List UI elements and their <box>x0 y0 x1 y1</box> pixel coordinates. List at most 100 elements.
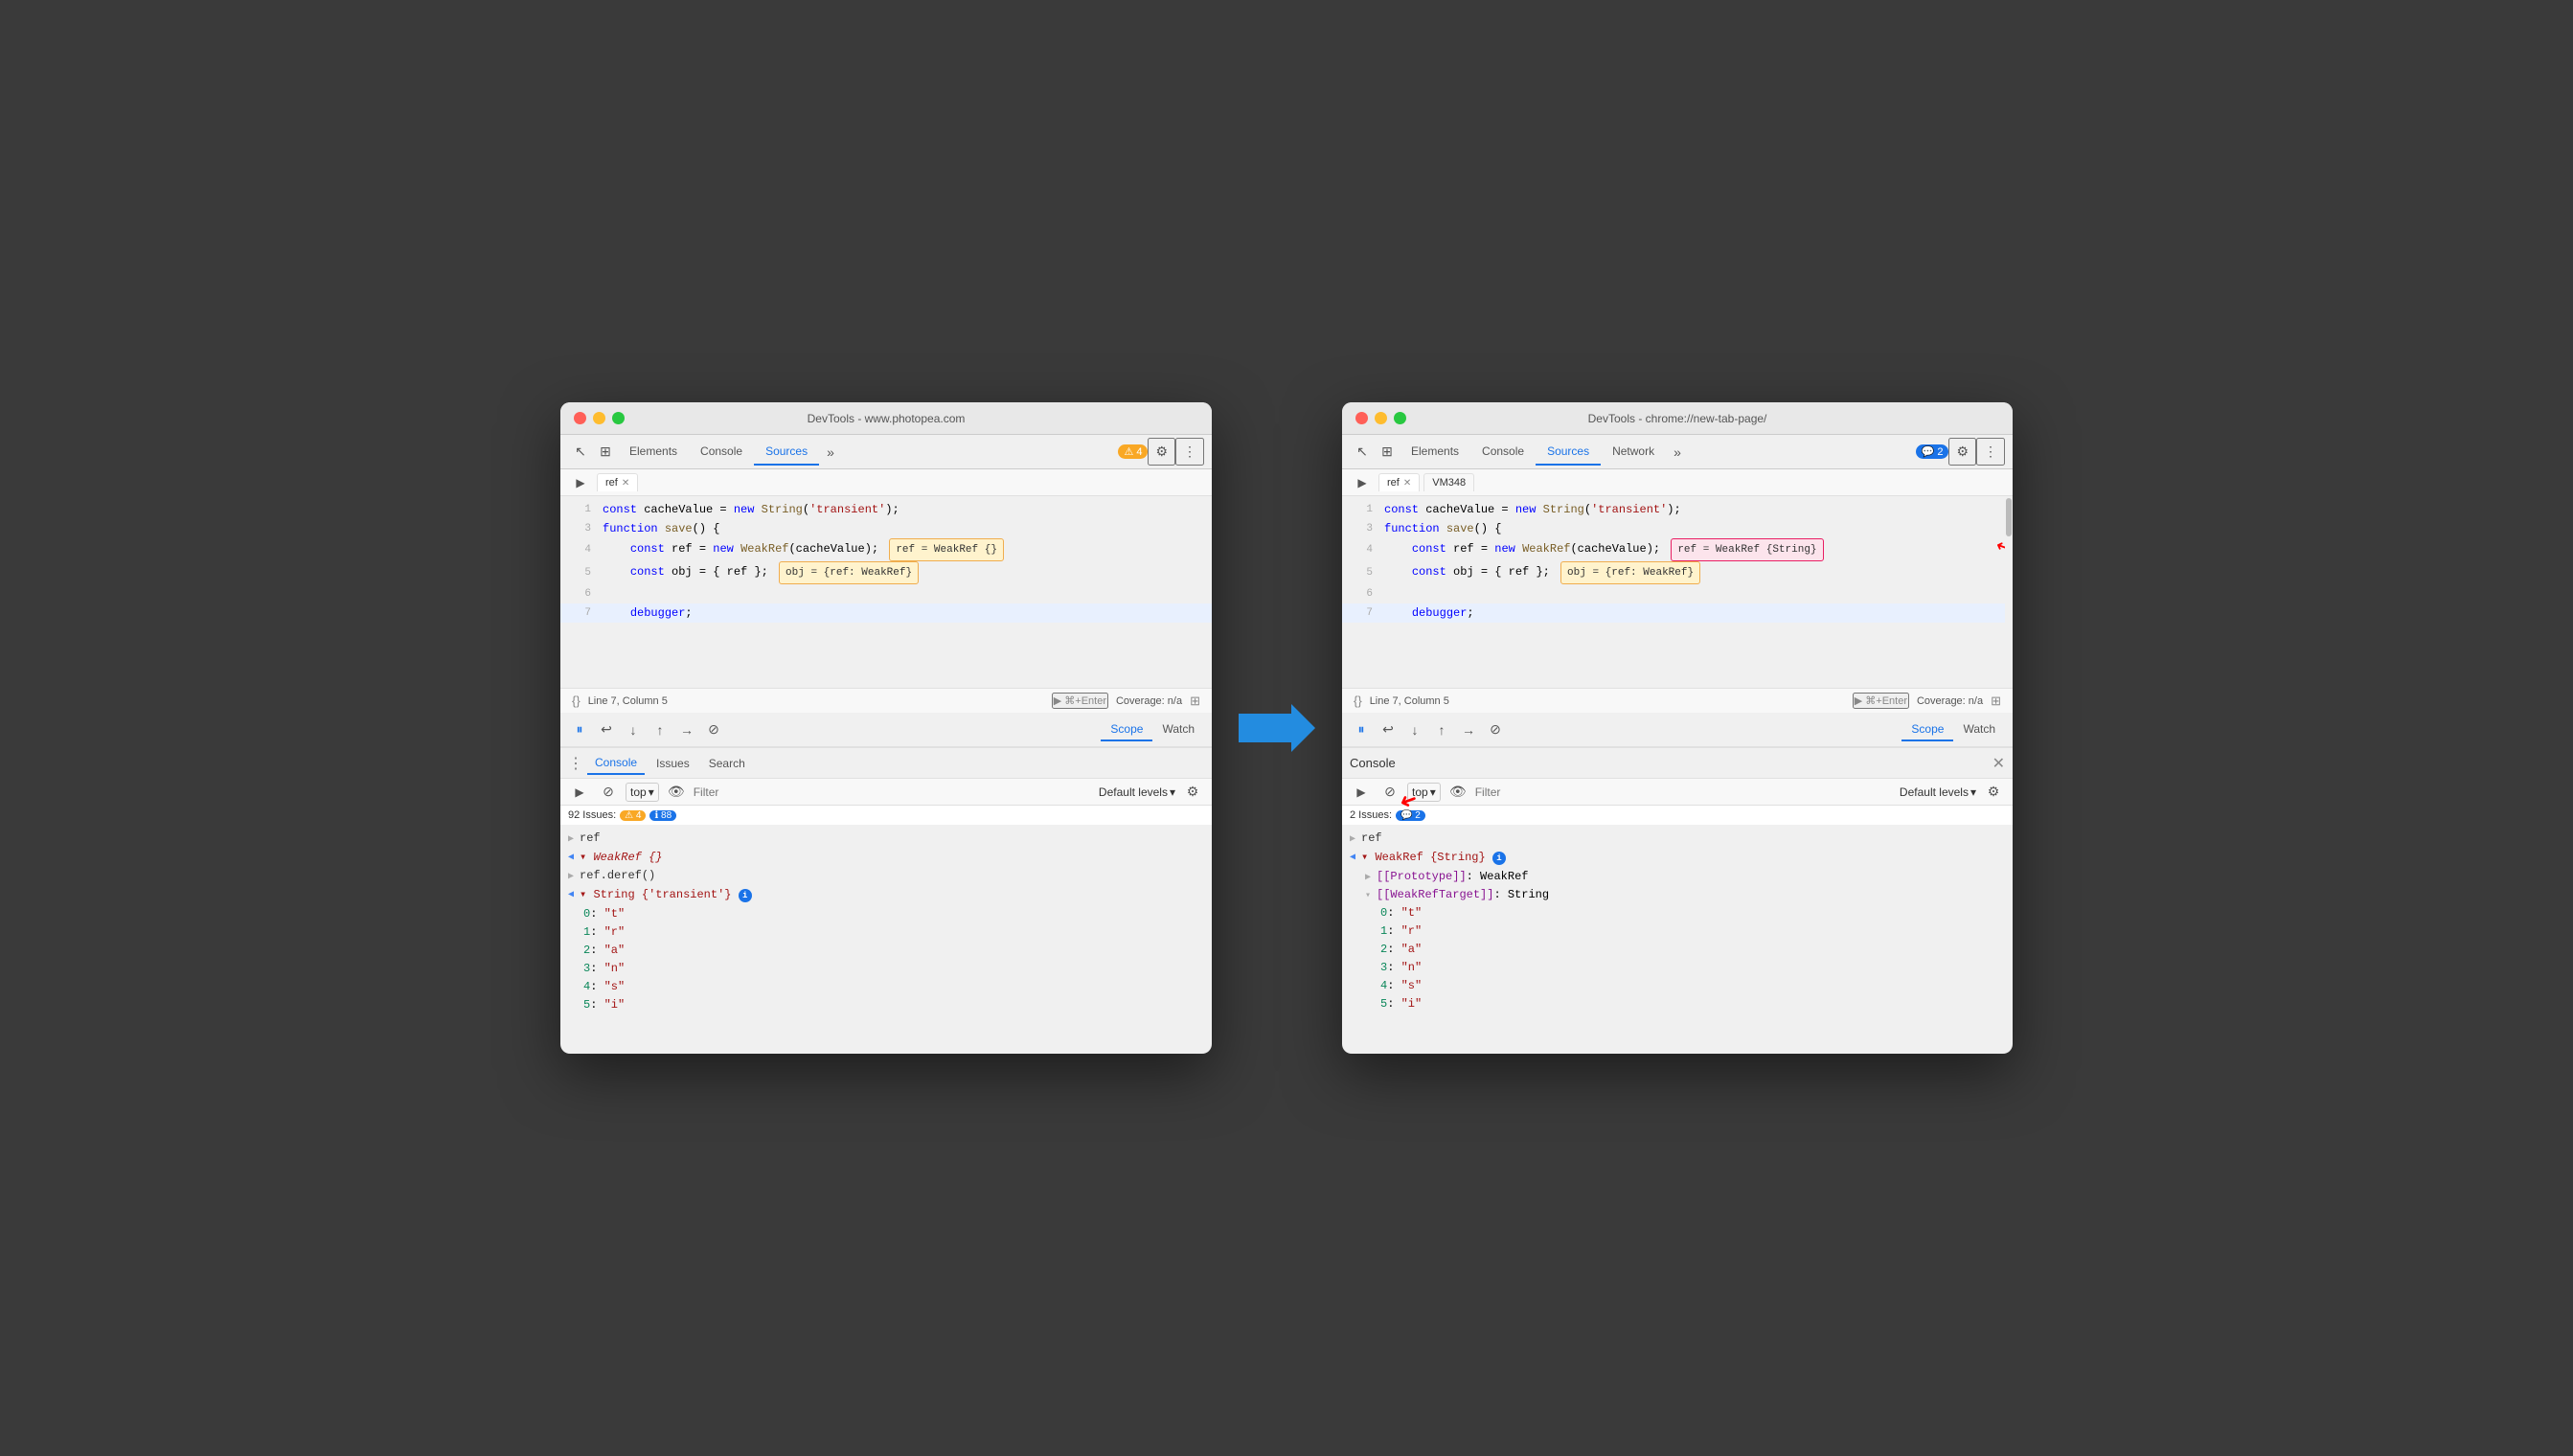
tab-sources[interactable]: Sources <box>754 439 819 466</box>
right-expand-arrow-ref[interactable]: ▶ <box>1350 833 1355 845</box>
settings-icon[interactable]: ⚙ <box>1148 438 1175 466</box>
right-close-button[interactable] <box>1355 412 1368 424</box>
right-info-icon-weakref[interactable]: i <box>1492 852 1506 865</box>
right-cursor-location: Line 7, Column 5 <box>1370 695 1449 707</box>
deactivate-button[interactable]: ⊘ <box>702 718 725 741</box>
search-tab[interactable]: Search <box>701 753 753 774</box>
console-settings-icon[interactable]: ⚙ <box>1181 781 1204 804</box>
top-selector[interactable]: top ▾ <box>626 783 659 802</box>
clear-console-icon[interactable]: ⊘ <box>597 781 620 804</box>
right-step-button[interactable]: → <box>1457 718 1480 741</box>
layers-icon[interactable]: ⊞ <box>593 440 618 465</box>
right-arrow-target[interactable]: ▾ <box>1365 890 1371 901</box>
right-tab-elements[interactable]: Elements <box>1400 439 1470 466</box>
file-tab-close-icon[interactable]: ✕ <box>622 478 629 489</box>
step-over-button[interactable]: ↩ <box>595 718 618 741</box>
right-deactivate-button[interactable]: ⊘ <box>1484 718 1507 741</box>
expand-arrow-ref[interactable]: ▶ <box>568 833 574 845</box>
right-cursor-icon[interactable]: ↖ <box>1350 440 1375 465</box>
info-icon[interactable]: i <box>739 889 752 902</box>
right-collapse-arrow-weakref[interactable]: ◀ <box>1350 852 1355 863</box>
eye-icon[interactable]: 👁 <box>665 781 688 804</box>
right-tab-console[interactable]: Console <box>1470 439 1536 466</box>
right-chevron-down-icon: ▾ <box>1430 785 1436 799</box>
watch-tab[interactable]: Watch <box>1152 718 1204 741</box>
log-1: 1: "r" <box>583 925 1204 939</box>
right-file-tab-ref[interactable]: ref ✕ <box>1378 473 1420 491</box>
right-minimize-button[interactable] <box>1375 412 1387 424</box>
blue-arrow-svg <box>1239 704 1315 752</box>
right-maximize-button[interactable] <box>1394 412 1406 424</box>
right-scope-tab[interactable]: Scope <box>1901 718 1953 741</box>
right-file-tab-vm-name: VM348 <box>1432 477 1466 489</box>
right-tab-network[interactable]: Network <box>1601 439 1666 466</box>
coverage-label: Coverage: n/a <box>1116 695 1182 707</box>
right-file-tab-ref-close[interactable]: ✕ <box>1403 478 1411 489</box>
run-button[interactable]: ▶ ⌘+Enter <box>1052 693 1108 709</box>
right-step-into-button[interactable]: ↓ <box>1403 718 1426 741</box>
console-tab[interactable]: Console <box>587 752 645 775</box>
right-console-settings-icon[interactable]: ⚙ <box>1982 781 2005 804</box>
right-issues-count-label: 2 Issues: <box>1350 809 1392 821</box>
issues-tab[interactable]: Issues <box>649 753 697 774</box>
right-panel-wrapper: ▶ ref ✕ VM348 1 const cacheValue = new S… <box>1342 469 2013 1054</box>
right-more-options-icon[interactable]: ⋮ <box>1976 438 2005 466</box>
right-pretty-print-icon[interactable]: {} <box>1354 694 1362 708</box>
left-bottom-tabs: ⋮ Console Issues Search <box>560 748 1212 779</box>
default-levels-selector[interactable]: Default levels ▾ <box>1099 785 1175 799</box>
tab-elements[interactable]: Elements <box>618 439 689 466</box>
log-4: 4: "s" <box>583 980 1204 993</box>
more-tabs-icon[interactable]: » <box>819 441 842 464</box>
issues-count-bar: 92 Issues: ⚠ 4 ℹ 88 <box>560 806 1212 826</box>
console-run-icon[interactable]: ▶ <box>568 781 591 804</box>
right-console-close[interactable]: ✕ <box>1992 754 2005 773</box>
right-watch-tab[interactable]: Watch <box>1953 718 2005 741</box>
right-tab-sources[interactable]: Sources <box>1536 439 1601 466</box>
cursor-icon[interactable]: ↖ <box>568 440 593 465</box>
right-file-tab-vm[interactable]: VM348 <box>1423 473 1474 491</box>
code-line-5: 5 const obj = { ref }; obj = {ref: WeakR… <box>560 561 1212 584</box>
three-dots-icon[interactable]: ⋮ <box>568 754 583 773</box>
right-run-button[interactable]: ▶ ⌘+Enter <box>1853 693 1909 709</box>
tab-console[interactable]: Console <box>689 439 754 466</box>
right-arrow-proto[interactable]: ▶ <box>1365 872 1371 883</box>
right-coverage-icon[interactable]: ⊞ <box>1991 694 2001 709</box>
step-into-button[interactable]: ↓ <box>622 718 645 741</box>
maximize-button[interactable] <box>612 412 625 424</box>
right-layers-icon[interactable]: ⊞ <box>1375 440 1400 465</box>
right-scrollbar[interactable] <box>2005 496 2013 688</box>
minimize-button[interactable] <box>593 412 605 424</box>
warn-icon: ⚠ <box>1124 445 1133 458</box>
expand-arrow-deref[interactable]: ▶ <box>568 871 574 882</box>
pretty-print-icon[interactable]: {} <box>572 694 581 708</box>
filter-input[interactable] <box>694 785 1093 799</box>
right-console-log: ▶ ref ◀ ▾ WeakRef {String} i ▶ [[Prototy… <box>1342 826 2013 1017</box>
right-default-levels-selector[interactable]: Default levels ▾ <box>1900 785 1976 799</box>
coverage-icon[interactable]: ⊞ <box>1190 694 1200 709</box>
right-step-over-button[interactable]: ↩ <box>1377 718 1400 741</box>
run-script-icon[interactable]: ▶ <box>568 470 593 495</box>
step-button[interactable]: → <box>675 718 698 741</box>
more-options-icon[interactable]: ⋮ <box>1175 438 1204 466</box>
badge-count: 4 <box>1136 446 1142 458</box>
right-eye-icon[interactable]: 👁 <box>1446 781 1469 804</box>
collapse-arrow-weakref[interactable]: ◀ <box>568 852 574 863</box>
right-file-tabs: ▶ ref ✕ VM348 <box>1342 469 2013 496</box>
arrow-connector <box>1239 402 1315 1054</box>
pause-button[interactable]: ⏸ <box>568 718 591 741</box>
right-log-entry-t2: 2: "a" <box>1373 941 2013 959</box>
scope-tab[interactable]: Scope <box>1101 718 1152 741</box>
right-filter-input[interactable] <box>1475 785 1894 799</box>
right-console-run-icon[interactable]: ▶ <box>1350 781 1373 804</box>
right-code-line-1: 1 const cacheValue = new String('transie… <box>1342 500 2013 519</box>
step-out-button[interactable]: ↑ <box>649 718 672 741</box>
close-button[interactable] <box>574 412 586 424</box>
right-log-entry-weakref: ◀ ▾ WeakRef {String} i <box>1342 848 2013 868</box>
collapse-arrow-string[interactable]: ◀ <box>568 889 574 900</box>
right-more-tabs-icon[interactable]: » <box>1666 441 1689 464</box>
file-tab-ref[interactable]: ref ✕ <box>597 473 638 491</box>
right-step-out-button[interactable]: ↑ <box>1430 718 1453 741</box>
right-settings-icon[interactable]: ⚙ <box>1948 438 1976 466</box>
right-pause-button[interactable]: ⏸ <box>1350 718 1373 741</box>
right-run-script-icon[interactable]: ▶ <box>1350 470 1375 495</box>
